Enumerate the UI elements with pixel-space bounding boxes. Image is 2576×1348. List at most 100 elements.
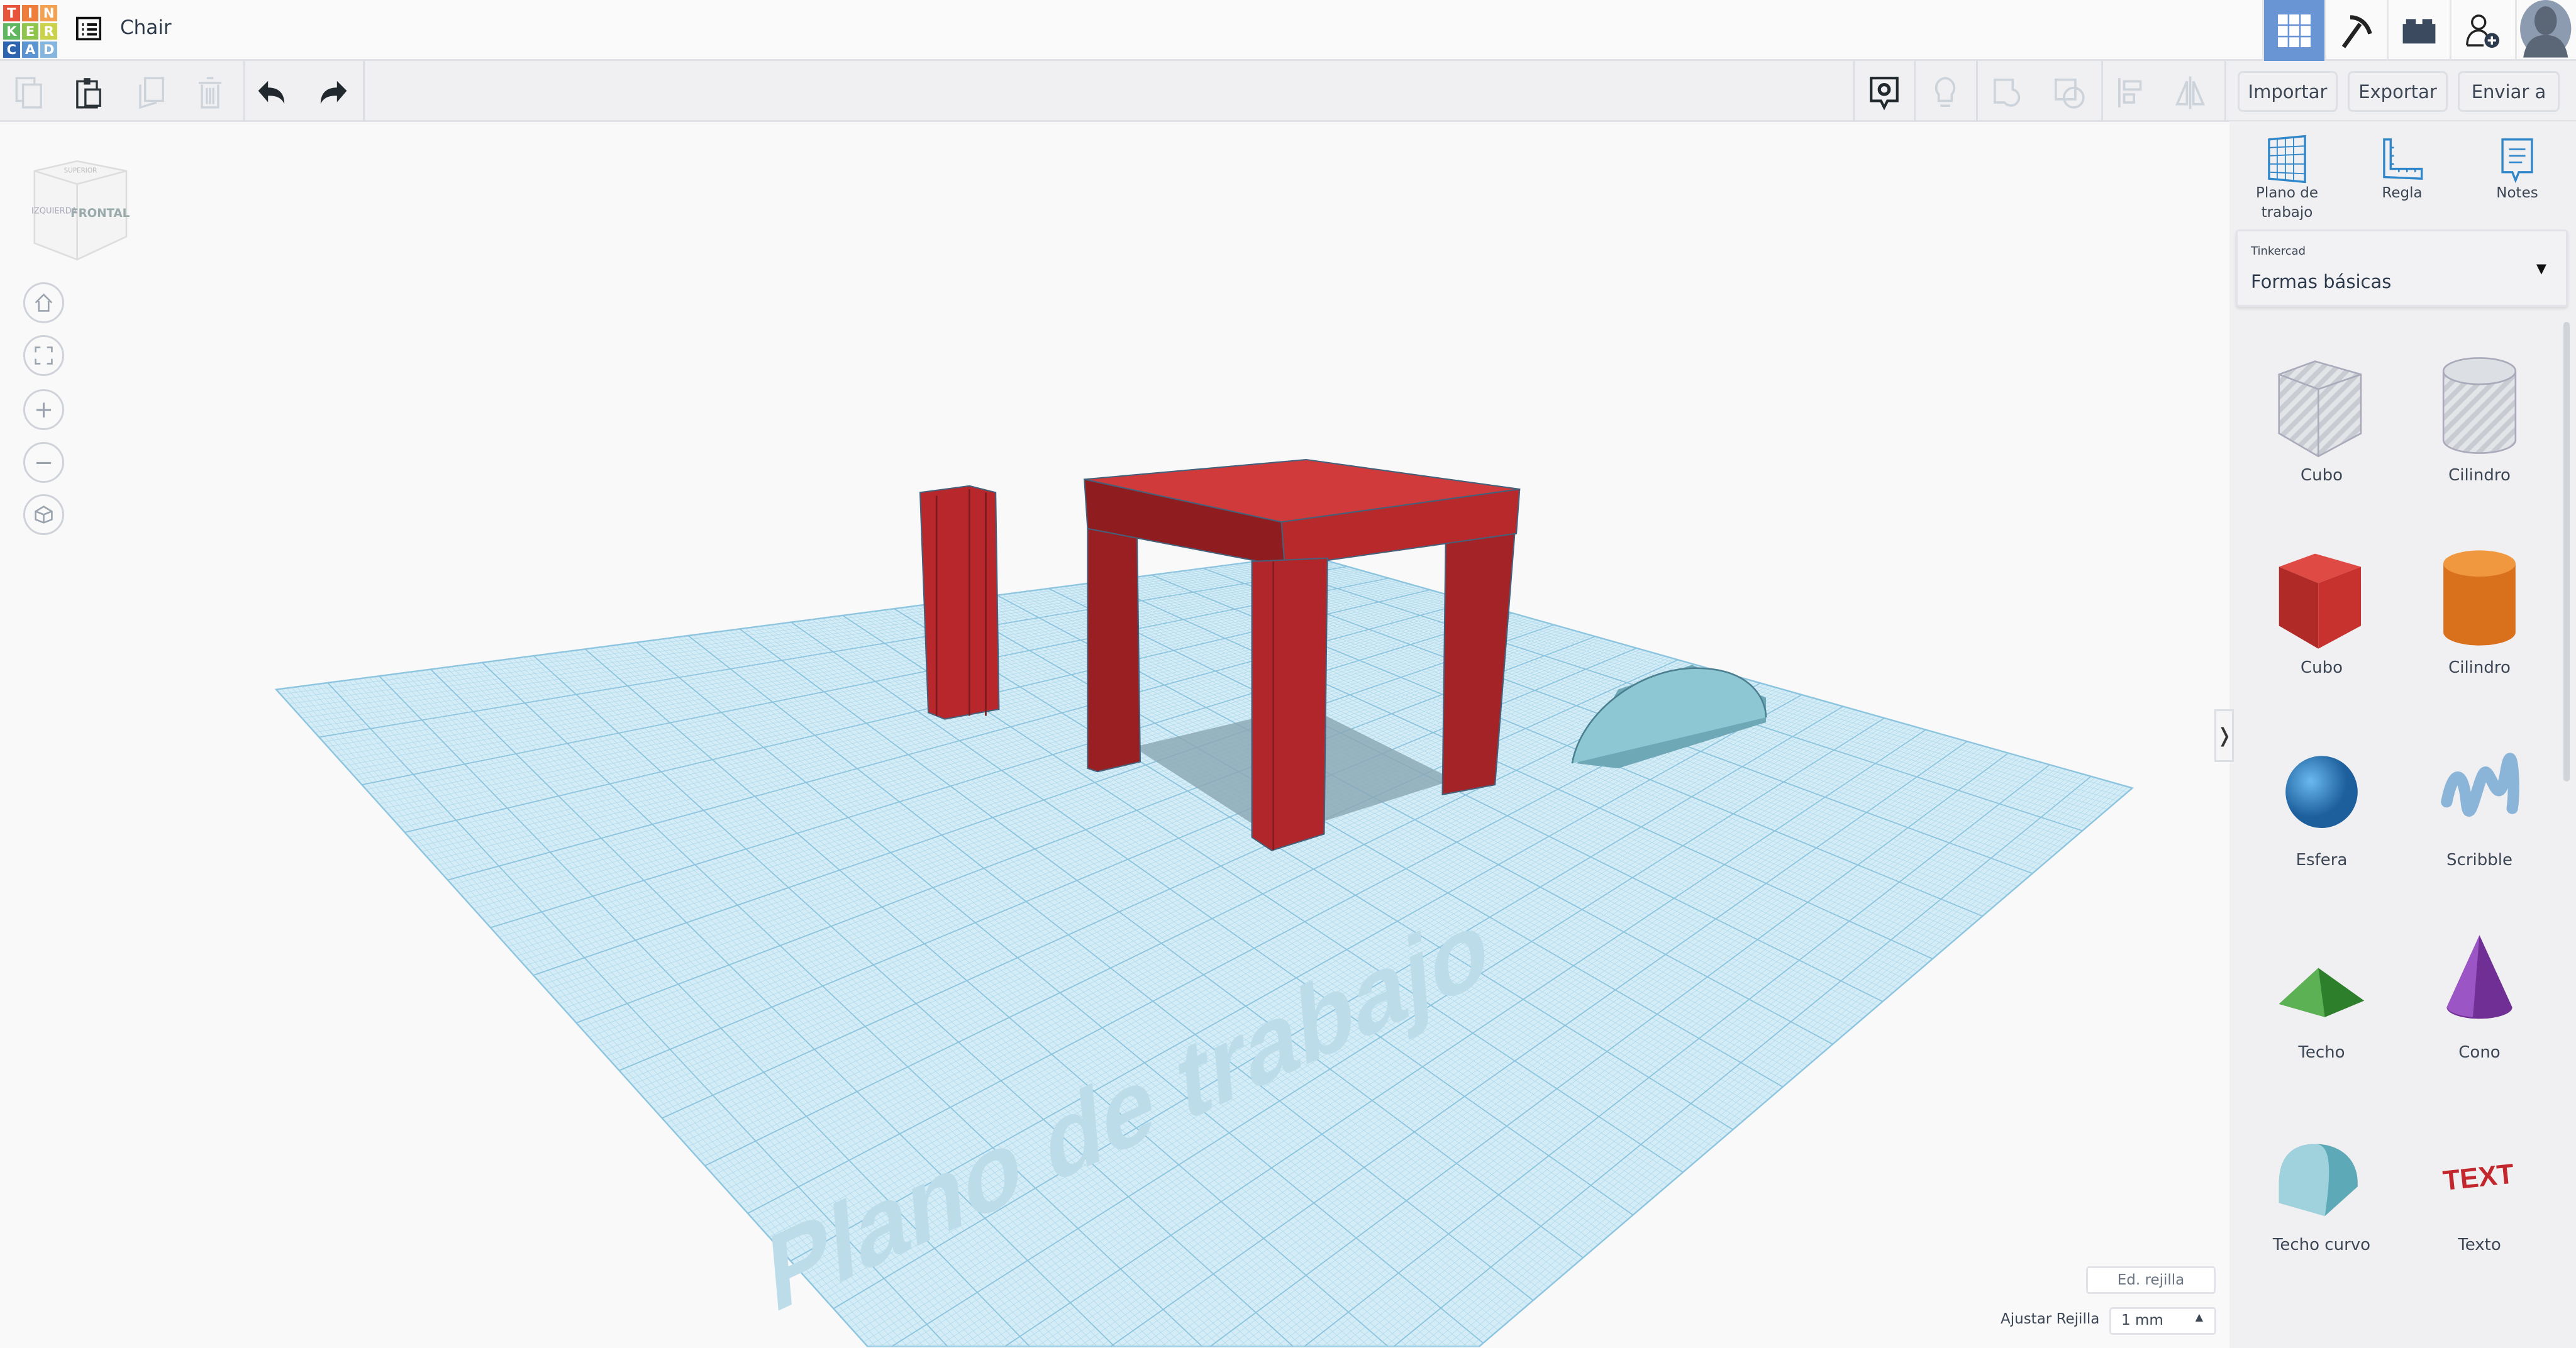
duplicate-icon (138, 76, 164, 109)
home-view-button[interactable] (23, 282, 64, 323)
shape-label: Scribble (2446, 851, 2512, 870)
top-bar: TIN KER CAD Chair (0, 0, 2576, 61)
svg-text:TEXT: TEXT (2441, 1159, 2516, 1197)
shape-scribble[interactable]: Scribble (2414, 736, 2545, 870)
brick-icon (2402, 19, 2435, 44)
minus-icon: − (33, 449, 53, 476)
show-all-button[interactable] (1924, 71, 1967, 114)
shape-cylinder[interactable]: Cilindro (2414, 544, 2545, 677)
import-button[interactable]: Importar (2238, 71, 2338, 112)
group-button[interactable] (1986, 71, 2029, 114)
shape-label: Cilindro (2448, 466, 2511, 485)
paste-icon (76, 77, 101, 109)
group-icon (1993, 78, 2020, 107)
shape-hole-cylinder[interactable]: Cilindro (2414, 351, 2545, 485)
shape-label: Cono (2458, 1043, 2501, 1062)
shape-text[interactable]: TEXT Texto (2414, 1121, 2545, 1254)
tinkercad-logo[interactable]: TIN KER CAD (3, 5, 57, 58)
3d-design-view-button[interactable] (2262, 0, 2324, 61)
sidebar-scrollbar[interactable] (2563, 322, 2570, 782)
pickaxe-icon (2341, 15, 2372, 48)
logo-letter: C (3, 41, 20, 58)
3d-viewport[interactable]: Plano de trabajo (0, 121, 2229, 1348)
delete-button[interactable] (189, 71, 231, 114)
shape-hole-box[interactable]: Cubo (2256, 351, 2387, 485)
undo-icon (258, 80, 285, 104)
perspective-button[interactable] (23, 494, 64, 535)
toolbar: Importar Exportar Enviar a (0, 61, 2576, 122)
shape-label: Cilindro (2448, 658, 2511, 677)
logo-letter: A (21, 41, 39, 58)
lightbulb-icon (1935, 76, 1956, 107)
minecraft-view-button[interactable] (2324, 0, 2387, 61)
brick-view-button[interactable] (2387, 0, 2449, 61)
shape-library-dropdown[interactable]: Tinkercad Formas básicas ▼ (2236, 229, 2568, 307)
logo-letter: D (40, 41, 57, 58)
ungroup-icon (2054, 78, 2085, 109)
view-cube-top[interactable]: SUPERIOR (64, 167, 97, 174)
shape-label: Esfera (2296, 851, 2348, 870)
logo-letter: K (3, 23, 20, 40)
right-sidebar: Plano de trabajo Regla Notes Tinkercad F… (2229, 121, 2576, 1348)
redo-icon (320, 80, 347, 104)
shape-curved-roof[interactable]: Techo curvo (2256, 1121, 2387, 1254)
note-eye-icon (1870, 76, 1899, 110)
paste-button[interactable] (67, 71, 110, 114)
duplicate-button[interactable] (128, 71, 171, 114)
fit-icon (35, 346, 53, 365)
add-user-icon (2465, 14, 2499, 48)
notes-tool[interactable]: Notes (2468, 135, 2567, 203)
shape-label: Texto (2458, 1235, 2501, 1254)
snap-grid-label: Ajustar Rejilla (2001, 1311, 2100, 1327)
shape-sphere[interactable]: Esfera (2256, 736, 2387, 870)
home-icon (35, 293, 53, 312)
zoom-in-button[interactable]: + (23, 389, 64, 430)
workplane-tool[interactable]: Plano de trabajo (2238, 135, 2336, 223)
shape-label: Techo (2298, 1043, 2345, 1062)
shape-box[interactable]: Cubo (2256, 544, 2387, 677)
logo-letter: T (3, 5, 20, 21)
edit-grid-button[interactable]: Ed. rejilla (2086, 1266, 2216, 1294)
export-button[interactable]: Exportar (2348, 71, 2448, 112)
view-cube-left[interactable]: IZQUIERDA (31, 207, 77, 216)
logo-letter: I (21, 5, 39, 21)
select-arrow-icon: ▲ (2195, 1311, 2203, 1323)
dropdown-arrow-icon: ▼ (2536, 261, 2546, 276)
logo-letter: N (40, 5, 57, 21)
ungroup-button[interactable] (2047, 71, 2090, 114)
send-to-button[interactable]: Enviar a (2458, 71, 2560, 112)
notes-icon (2501, 138, 2533, 184)
design-list-icon[interactable] (75, 16, 102, 43)
redo-button[interactable] (311, 71, 353, 114)
grid-icon (2278, 14, 2311, 47)
cube-icon (35, 505, 53, 524)
shape-label: Cubo (2300, 658, 2343, 677)
invite-user-button[interactable] (2450, 0, 2512, 61)
trash-icon (198, 76, 222, 109)
copy-icon (15, 76, 42, 109)
align-button[interactable] (2109, 71, 2152, 114)
undo-button[interactable] (252, 71, 294, 114)
shape-cone[interactable]: Cono (2414, 929, 2545, 1062)
collapse-sidebar-button[interactable]: ❭ (2214, 709, 2234, 762)
mirror-icon (2175, 76, 2205, 109)
notes-visibility-button[interactable] (1863, 71, 1906, 114)
workplane-icon (2268, 135, 2306, 184)
shape-roof[interactable]: Techo (2256, 929, 2387, 1062)
plus-icon: + (33, 396, 53, 423)
view-cube-front[interactable]: FRONTAL (70, 207, 130, 220)
logo-letter: E (21, 23, 39, 40)
mirror-button[interactable] (2168, 71, 2211, 114)
design-title[interactable]: Chair (120, 16, 172, 39)
shape-label: Cubo (2300, 466, 2343, 485)
ruler-icon (2383, 138, 2423, 180)
zoom-out-button[interactable]: − (23, 442, 64, 483)
ruler-tool[interactable]: Regla (2353, 135, 2451, 203)
fit-view-button[interactable] (23, 335, 64, 376)
view-cube[interactable]: FRONTAL IZQUIERDA SUPERIOR (30, 158, 135, 265)
avatar[interactable] (2515, 0, 2576, 61)
pillar-object[interactable] (919, 485, 1000, 720)
shape-label: Techo curvo (2272, 1235, 2371, 1254)
copy-button[interactable] (8, 71, 51, 114)
snap-grid-select[interactable]: 1 mm ▲ (2109, 1307, 2216, 1335)
